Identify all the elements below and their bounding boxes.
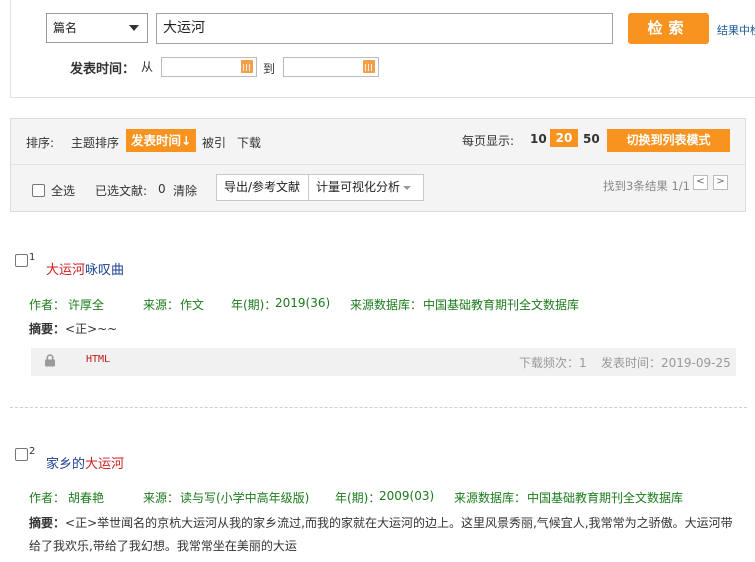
author-label: 作者： (29, 491, 66, 505)
abstract-text: <正>~~ (65, 322, 118, 336)
result-number: 2 (29, 446, 36, 457)
download-label: 下载频次： (519, 356, 580, 370)
result-title-link[interactable]: 家乡的大运河 (46, 453, 124, 472)
visual-analysis-dropdown[interactable]: 计量可视化分析 (309, 175, 418, 200)
sort-by-downloads[interactable]: 下载 (237, 134, 261, 151)
per-page-50[interactable]: 50 (583, 132, 600, 146)
selected-label: 已选文献: (95, 184, 148, 198)
author-link[interactable]: 许厚全 (68, 296, 104, 313)
source-label: 来源： (143, 491, 180, 505)
per-page-20[interactable]: 20 (550, 129, 578, 147)
search-button[interactable]: 检索 (628, 13, 709, 44)
author-link[interactable]: 胡春艳 (68, 489, 104, 506)
result-number: 1 (29, 252, 36, 263)
publish-date-value: 2019-09-25 (661, 356, 731, 370)
source-link[interactable]: 读与写(小学中高年级版) (180, 489, 309, 506)
sort-by-citations[interactable]: 被引 (202, 134, 226, 151)
sort-by-relevance[interactable]: 主题排序 (71, 134, 119, 151)
result-count: 找到3条结果 1/1 (603, 179, 690, 193)
publish-date: 发表时间：2019-09-25 (601, 354, 731, 371)
abstract: 摘要：<正>~~ (29, 320, 117, 337)
select-all-checkbox[interactable] (32, 184, 45, 197)
db-link[interactable]: 中国基础教育期刊全文数据库 (527, 489, 683, 506)
download-value: 1 (579, 356, 587, 370)
pub-time-label: 发表时间： (70, 62, 136, 77)
title-text: 家乡的 (46, 457, 86, 472)
search-in-results-link[interactable]: 结果中检 (717, 22, 755, 38)
per-page-10[interactable]: 10 (530, 132, 547, 146)
html-fulltext-link[interactable]: HTML (86, 354, 110, 365)
db-label: 来源数据库： (350, 298, 423, 312)
export-tool-group: 导出/参考文献 计量可视化分析 (216, 174, 424, 201)
per-page-label: 每页显示: (462, 134, 515, 148)
result-checkbox[interactable] (15, 254, 28, 267)
abstract-label: 摘要： (29, 322, 66, 336)
next-page-button[interactable]: > (713, 175, 728, 190)
year-label: 年(期)： (335, 491, 381, 505)
field-select[interactable]: 篇名 (46, 13, 148, 43)
calendar-icon[interactable] (241, 60, 253, 73)
date-to-input[interactable] (283, 57, 379, 77)
abstract-continued: 给了我欢乐,带给了我幻想。我常常坐在美丽的大运 (29, 539, 297, 553)
year-link[interactable]: 2009(03) (379, 489, 434, 503)
publish-date-label: 发表时间： (601, 356, 662, 370)
title-highlight: 大运河 (85, 457, 125, 472)
field-select-value: 篇名 (53, 21, 78, 35)
export-button[interactable]: 导出/参考文献 (217, 175, 307, 200)
switch-list-mode-button[interactable]: 切换到列表模式 (607, 129, 730, 152)
prev-page-button[interactable]: < (693, 175, 708, 190)
year-link[interactable]: 2019(36) (275, 296, 330, 310)
search-input[interactable]: 大运河 (156, 13, 613, 44)
title-text: 咏叹曲 (85, 263, 125, 278)
abstract-text: <正>举世闻名的京杭大运河从我的家乡流过,而我的家就在大运河的边上。这里风景秀丽… (65, 516, 733, 530)
db-link[interactable]: 中国基础教育期刊全文数据库 (423, 296, 579, 313)
year-label: 年(期)： (231, 298, 277, 312)
clear-selection-link[interactable]: 清除 (173, 182, 197, 199)
result-separator (10, 407, 747, 408)
toolbar-divider (11, 164, 745, 165)
source-label: 来源： (143, 298, 180, 312)
result-title-link[interactable]: 大运河咏叹曲 (46, 259, 124, 278)
select-all-label[interactable]: 全选 (51, 182, 75, 199)
visual-analysis-label: 计量可视化分析 (316, 180, 401, 194)
from-label: 从 (141, 60, 154, 74)
sort-by-pubdate[interactable]: 发表时间↓ (126, 129, 197, 152)
to-label: 到 (263, 62, 276, 76)
abstract: 摘要：<正>举世闻名的京杭大运河从我的家乡流过,而我的家就在大运河的边上。这里风… (29, 514, 739, 531)
lock-icon (45, 354, 55, 367)
download-count: 下载频次：1 (519, 354, 587, 371)
calendar-icon[interactable] (363, 60, 375, 73)
sort-label: 排序: (26, 136, 55, 150)
db-label: 来源数据库： (454, 491, 527, 505)
date-from-input[interactable] (161, 57, 257, 77)
result-checkbox[interactable] (15, 448, 28, 461)
title-highlight: 大运河 (46, 263, 86, 278)
chevron-down-icon (403, 185, 412, 190)
selected-count: 0 (158, 182, 166, 196)
chevron-down-icon (129, 25, 139, 31)
source-link[interactable]: 作文 (180, 296, 204, 313)
author-label: 作者： (29, 298, 66, 312)
abstract-label: 摘要： (29, 516, 66, 530)
